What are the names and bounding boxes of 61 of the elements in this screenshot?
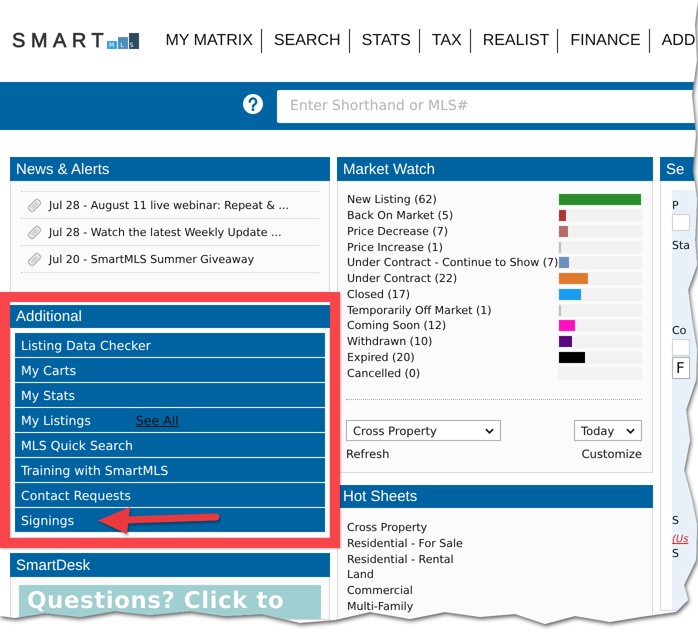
nav-link[interactable]: FINANCE (558, 31, 649, 51)
menu-link[interactable]: My Stats (21, 388, 76, 402)
customize-link[interactable]: Customize (582, 446, 642, 462)
field-label: Sta (672, 239, 690, 252)
nav-link[interactable]: TAX (420, 31, 470, 51)
chevron-icon (485, 428, 494, 434)
refresh-link[interactable]: Refresh (346, 446, 390, 462)
nav-link[interactable]: REALIST (470, 31, 558, 51)
nav-link[interactable]: ADD (650, 31, 698, 51)
menu-link[interactable]: Training with SmartMLS (21, 462, 168, 478)
panel-header: SmartDesk (10, 553, 330, 577)
status-link[interactable]: New Listing (62) (346, 193, 558, 206)
status-link[interactable]: Expired (20) (346, 350, 558, 364)
status-link[interactable]: Under Contract - Continue to Show (7) (346, 256, 558, 270)
nav-link[interactable]: SEARCH (262, 31, 349, 51)
field-label: S (672, 547, 679, 560)
help-link[interactable]: (Us (672, 533, 688, 547)
hot-sheet-link[interactable]: Multi-Family (347, 598, 414, 615)
news-link[interactable]: Jul 28 - August 11 live webinar: Repeat & ... (49, 198, 289, 212)
chevron-icon (626, 428, 635, 434)
menu-link[interactable]: Listing Data Checker (21, 338, 151, 352)
logo-wordmark: SMART (12, 33, 110, 49)
hot-sheet-link[interactable]: Commercial (347, 583, 413, 599)
nav-link[interactable]: MY MATRIX (165, 31, 261, 51)
panel-header: Market Watch (337, 157, 653, 181)
field-label: P (672, 199, 679, 212)
ticket-icon (27, 252, 42, 266)
status-link[interactable]: Temporarily Off Market (1) (346, 304, 558, 317)
status-link[interactable]: Coming Soon (12) (346, 319, 558, 332)
hot-sheet-link[interactable]: Residential - Rental (347, 552, 454, 568)
panel-header: News & Alerts (10, 157, 330, 181)
property-select[interactable]: Cross Property (346, 420, 501, 441)
status-link[interactable]: Price Decrease (7) (346, 224, 558, 238)
menu-link[interactable]: My Carts (21, 362, 76, 378)
field-label: S (672, 514, 679, 527)
ticket-icon (27, 198, 42, 212)
panel-header: Hot Sheets (337, 485, 653, 508)
help-icon[interactable] (243, 94, 263, 114)
menu-link[interactable]: Signings (21, 512, 74, 528)
status-link[interactable]: Withdrawn (10) (346, 335, 558, 348)
status-link[interactable]: Cancelled (0) (346, 366, 558, 380)
input-field[interactable] (672, 214, 690, 231)
status-link[interactable]: Under Contract (22) (346, 272, 558, 286)
hot-sheet-link[interactable]: Residential - For Sale (347, 536, 463, 552)
news-link[interactable]: Jul 20 - SmartMLS Summer Giveaway (49, 252, 254, 266)
field-label: Co (672, 324, 686, 337)
nav-link[interactable]: STATS (350, 31, 419, 51)
period-select[interactable]: Today (574, 420, 642, 441)
dropdown[interactable]: F (672, 357, 690, 379)
panel-header: Additional (10, 305, 330, 328)
status-link[interactable]: Back On Market (5) (346, 209, 558, 222)
hot-sheet-link[interactable]: Cross Property (347, 520, 428, 536)
status-link[interactable]: Price Increase (1) (346, 240, 558, 254)
input-field[interactable] (672, 339, 690, 356)
hot-sheet-link[interactable]: Land (347, 567, 374, 584)
status-link[interactable]: Closed (17) (346, 288, 558, 301)
menu-link[interactable]: My Listings (21, 412, 91, 428)
news-link[interactable]: Jul 28 - Watch the latest Weekly Update ... (49, 226, 282, 238)
menu-link[interactable]: MLS Quick Search (21, 438, 133, 452)
menu-link[interactable]: Contact Requests (21, 488, 131, 502)
ticket-icon (27, 224, 42, 240)
